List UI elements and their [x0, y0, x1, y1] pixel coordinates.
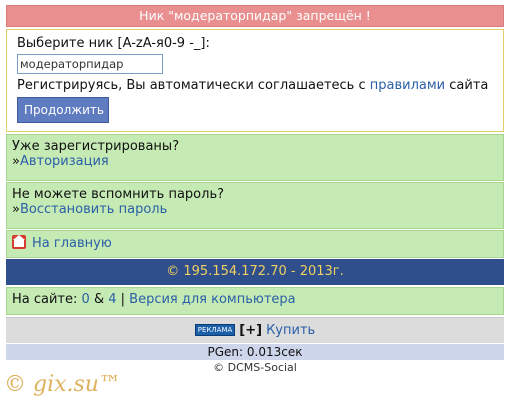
ad-plus: [+] — [239, 323, 263, 338]
watermark: © gix.su™ — [4, 372, 121, 397]
online-users-link[interactable]: 4 — [108, 292, 116, 307]
online-amp: & — [89, 292, 109, 307]
already-registered-block: Уже зарегистрированы? »Авторизация — [6, 134, 504, 181]
agreement-suffix: сайта — [445, 78, 489, 93]
bullet: » — [12, 154, 20, 169]
registration-form: Выберите ник [A-zA-я0-9 -_]: Регистрируя… — [6, 29, 504, 132]
online-guests-link[interactable]: 0 — [82, 292, 90, 307]
online-separator: | — [116, 292, 130, 307]
forgot-password-block: Не можете вспомнить пароль? »Восстановит… — [6, 182, 504, 229]
buy-ad-link[interactable]: Купить — [266, 323, 315, 338]
continue-button[interactable]: Продолжить — [17, 97, 109, 123]
agreement-text: Регистрируясь, Вы автоматически соглашае… — [17, 78, 493, 93]
restore-row: »Восстановить пароль — [12, 202, 498, 217]
home-icon — [12, 235, 26, 249]
ad-bar: РЕКЛАМА [+] Купить — [6, 317, 504, 343]
authorization-row: »Авторизация — [12, 154, 498, 169]
authorization-link[interactable]: Авторизация — [20, 154, 109, 169]
online-block: На сайте: 0 & 4 | Версия для компьютера — [6, 287, 504, 315]
nick-input[interactable] — [17, 54, 163, 74]
page-wrapper: Ник "модераторпидар" запрещён ! Выберите… — [6, 5, 504, 376]
error-banner: Ник "модераторпидар" запрещён ! — [6, 5, 504, 27]
agreement-prefix: Регистрируясь, Вы автоматически соглашае… — [17, 78, 370, 93]
copyright-bar: © 195.154.172.70 - 2013г. — [6, 259, 504, 285]
online-label: На сайте: — [12, 292, 82, 307]
ad-badge[interactable]: РЕКЛАМА — [194, 324, 236, 336]
rules-link[interactable]: правилами — [370, 78, 445, 93]
home-block: На главную — [6, 230, 504, 258]
nick-label: Выберите ник [A-zA-я0-9 -_]: — [17, 36, 210, 51]
home-link[interactable]: На главную — [32, 236, 112, 251]
desktop-version-link[interactable]: Версия для компьютера — [129, 292, 295, 307]
pgen-bar: PGen: 0.013сек — [6, 344, 504, 360]
bullet: » — [12, 202, 20, 217]
restore-password-link[interactable]: Восстановить пароль — [20, 202, 167, 217]
forgot-password-question: Не можете вспомнить пароль? — [12, 187, 225, 202]
already-registered-question: Уже зарегистрированы? — [12, 139, 180, 154]
